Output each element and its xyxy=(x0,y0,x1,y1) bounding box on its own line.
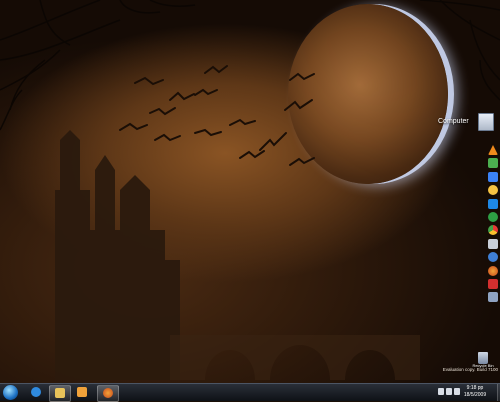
chrome-icon[interactable] xyxy=(488,225,498,236)
computer-icon xyxy=(478,113,494,131)
windows-start-icon[interactable] xyxy=(3,385,18,400)
taskbar: 9:18 pp 18/5/2009 xyxy=(0,383,500,402)
utorrent-icon[interactable] xyxy=(488,158,498,169)
desktop-icon-recycle-bin[interactable]: Recycle Bin xyxy=(466,352,500,368)
explorer-icon xyxy=(55,388,65,398)
vlc-icon[interactable] xyxy=(488,145,498,155)
media-player-icon xyxy=(77,387,87,397)
firefox-icon[interactable] xyxy=(488,265,498,276)
taskbar-clock[interactable]: 9:18 pp 18/5/2009 xyxy=(455,385,495,398)
desktop-wallpaper[interactable]: Computer Recycle Bin Evaluation copy. Bu… xyxy=(0,0,500,383)
clock-date: 18/5/2009 xyxy=(463,391,487,398)
evaluation-watermark: Evaluation copy. Build 7100 xyxy=(443,367,498,372)
action-center-flag-icon[interactable] xyxy=(438,388,444,395)
internet-explorer-icon xyxy=(31,387,41,397)
avira-icon[interactable] xyxy=(488,278,498,289)
computer-small-icon[interactable] xyxy=(488,292,498,303)
taskbar-explorer-button[interactable] xyxy=(49,385,71,402)
tree-branches-right xyxy=(419,0,500,101)
taskbar-ie-button[interactable] xyxy=(26,385,46,400)
notepad-icon[interactable] xyxy=(488,171,498,182)
taskbar-firefox-button[interactable] xyxy=(97,385,119,402)
sticky-icon[interactable] xyxy=(488,185,498,196)
green-app-icon[interactable] xyxy=(488,211,498,222)
castle-silhouette xyxy=(55,130,180,380)
media-icon[interactable] xyxy=(488,198,498,209)
bridge-silhouette xyxy=(170,335,420,380)
taskbar-media-player-button[interactable] xyxy=(72,385,92,400)
desktop-icon-label: Computer xyxy=(438,118,469,125)
printer-icon[interactable] xyxy=(488,238,498,249)
firefox-icon xyxy=(103,388,113,398)
watermark-build: Evaluation copy. Build 7100 xyxy=(442,367,498,372)
ie-icon[interactable] xyxy=(488,252,498,263)
desktop-icon-column xyxy=(486,145,500,306)
network-icon[interactable] xyxy=(446,388,452,395)
